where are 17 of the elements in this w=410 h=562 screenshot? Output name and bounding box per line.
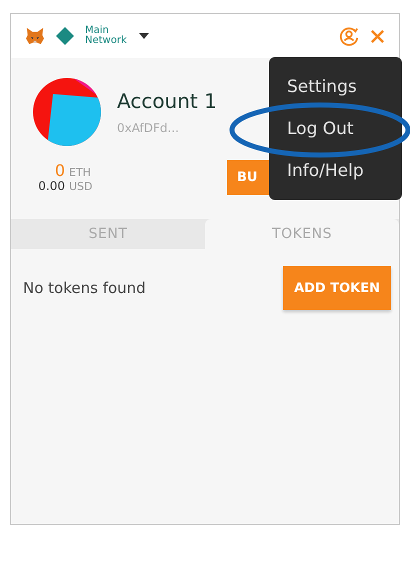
add-token-button[interactable]: ADD TOKEN xyxy=(283,266,391,310)
eth-unit: ETH xyxy=(69,166,91,178)
empty-message: No tokens found xyxy=(23,279,146,297)
close-icon[interactable] xyxy=(370,28,385,44)
usd-unit: USD xyxy=(69,180,93,192)
menu-item[interactable]: Log Out xyxy=(269,108,402,150)
account-name: Account 1 xyxy=(117,89,217,113)
caret-icon xyxy=(139,33,149,39)
diamond-icon xyxy=(55,26,75,46)
fox-icon[interactable] xyxy=(25,27,45,45)
account-address: 0xAfDFd... xyxy=(117,121,180,135)
usd-balance: 0.00 xyxy=(37,178,65,192)
eth-balance: 0 xyxy=(54,162,65,178)
network-selector[interactable]: Main Network xyxy=(85,26,149,46)
tab[interactable]: TOKENS xyxy=(205,219,399,249)
account-switch-icon[interactable] xyxy=(338,25,360,47)
menu-item[interactable]: Settings xyxy=(269,66,402,108)
